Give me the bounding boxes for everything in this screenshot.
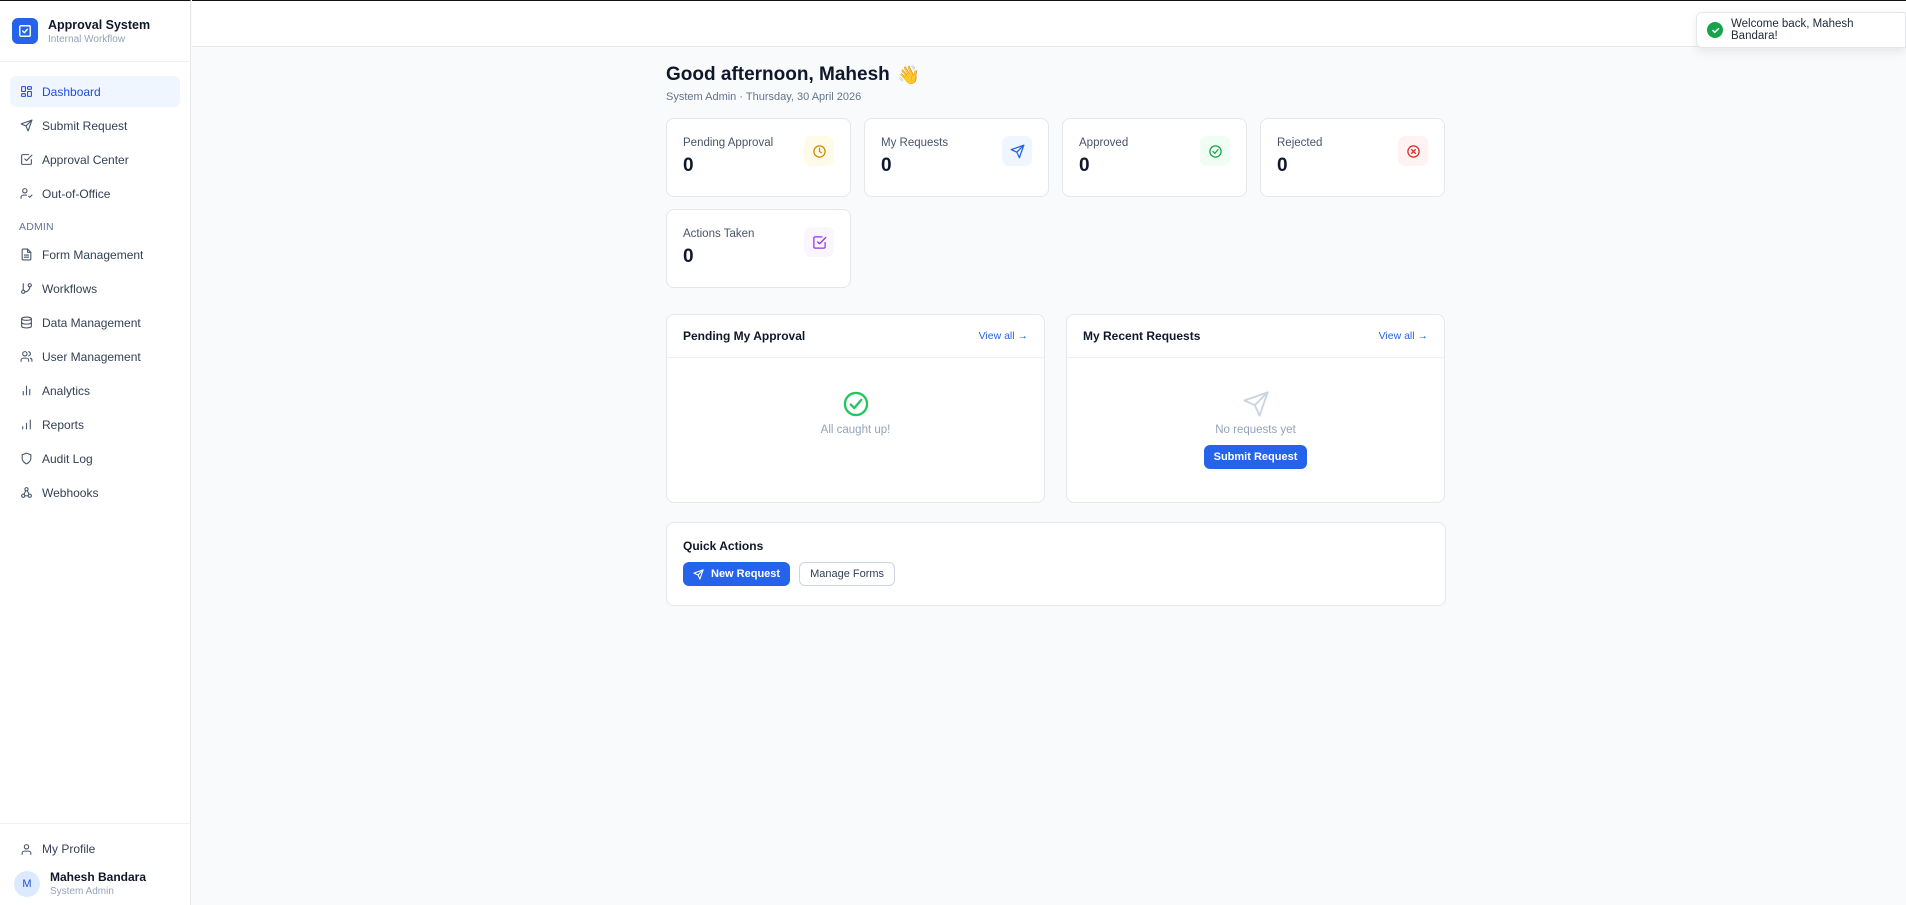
stat-card-pending-approval[interactable]: Pending Approval 0 — [666, 118, 851, 197]
stat-card-actions-taken[interactable]: Actions Taken 0 — [666, 209, 851, 288]
bar-chart-icon — [22, 385, 31, 396]
sidebar-footer: My Profile M Mahesh Bandara System Admin — [0, 823, 190, 905]
welcome-toast: Welcome back, Mahesh Bandara! — [1696, 12, 1906, 48]
sidebar-item-label: Dashboard — [42, 84, 101, 99]
submit-request-button[interactable]: Submit Request — [1203, 445, 1308, 469]
file-text-icon — [21, 248, 32, 261]
sidebar-item-label: Analytics — [42, 383, 91, 398]
sidebar-item-label: Workflows — [42, 281, 98, 296]
send-icon — [20, 119, 33, 132]
manage-forms-button[interactable]: Manage Forms — [799, 562, 896, 586]
sidebar-item-audit-log[interactable]: Audit Log — [10, 443, 180, 474]
panel-body: No requests yet Submit Request — [1067, 358, 1444, 469]
check-circle-icon — [843, 391, 868, 417]
stat-card-my-requests[interactable]: My Requests 0 — [864, 118, 1049, 197]
page-title: Good afternoon, Mahesh 👋 — [666, 64, 1446, 86]
empty-state-text: No requests yet — [1215, 424, 1296, 436]
sidebar-item-label: My Profile — [42, 842, 96, 856]
database-icon — [21, 316, 32, 329]
new-request-button[interactable]: New Request — [683, 562, 791, 586]
send-icon — [693, 568, 704, 580]
panels-row: Pending My Approval View all → All caugh… — [666, 314, 1446, 503]
panel-body: All caught up! — [667, 358, 1044, 436]
send-icon — [1002, 136, 1032, 166]
clock-icon — [804, 136, 834, 166]
brand-subtitle: Internal Workflow — [48, 33, 126, 45]
sidebar-item-form-management[interactable]: Form Management — [10, 239, 180, 270]
empty-state-text: All caught up! — [820, 424, 891, 436]
sidebar-item-submit-request[interactable]: Submit Request — [10, 110, 180, 141]
page-subtitle: System Admin · Thursday, 30 April 2026 — [666, 91, 862, 103]
user-icon — [21, 843, 32, 855]
toast-message: Welcome back, Mahesh Bandara! — [1731, 18, 1854, 42]
panel-header: Pending My Approval View all → — [667, 315, 1044, 358]
panel-title: My Recent Requests — [1083, 329, 1201, 343]
sidebar-item-analytics[interactable]: Analytics — [10, 375, 180, 406]
shield-icon — [21, 452, 32, 465]
sidebar-item-out-of-office[interactable]: Out-of-Office — [10, 178, 180, 209]
view-all-link[interactable]: View all → — [979, 330, 1028, 342]
user-check-icon — [20, 188, 33, 199]
view-all-link[interactable]: View all → — [1379, 330, 1428, 342]
greeting-text: Good afternoon, Mahesh — [666, 64, 890, 85]
panel-title: Pending My Approval — [683, 329, 806, 343]
admin-section-label: ADMIN — [19, 221, 54, 233]
panel-header: My Recent Requests View all → — [1067, 315, 1444, 358]
main-content: Good afternoon, Mahesh 👋 System Admin · … — [666, 64, 1446, 606]
check-square-icon — [21, 154, 33, 165]
users-icon — [20, 351, 33, 362]
sidebar-item-label: Approval Center — [42, 152, 129, 167]
brand: Approval System Internal Workflow — [0, 1, 190, 62]
sidebar-item-approval-center[interactable]: Approval Center — [10, 144, 180, 175]
sidebar: Approval System Internal Workflow Dashbo… — [0, 0, 191, 905]
recent-requests-panel: My Recent Requests View all → No request… — [1066, 314, 1445, 503]
check-circle-icon — [1707, 22, 1723, 38]
current-user[interactable]: M Mahesh Bandara System Admin — [10, 864, 180, 897]
user-role: System Admin — [50, 886, 114, 897]
check-circle-icon — [1200, 136, 1230, 166]
quick-actions-row: New Request Manage Forms — [683, 562, 1429, 586]
stat-card-rejected[interactable]: Rejected 0 — [1260, 118, 1445, 197]
stat-card-approved[interactable]: Approved 0 — [1062, 118, 1247, 197]
sidebar-item-label: Reports — [42, 417, 85, 432]
sidebar-item-reports[interactable]: Reports — [10, 409, 180, 440]
check-square-icon — [804, 227, 834, 257]
button-label: New Request — [711, 568, 781, 580]
panel-title: Quick Actions — [683, 539, 764, 553]
reports-chart-icon — [22, 419, 31, 430]
quick-actions-panel: Quick Actions New Request Manage Forms — [666, 522, 1446, 606]
sidebar-item-label: Webhooks — [42, 485, 99, 500]
sidebar-item-label: User Management — [42, 349, 141, 364]
sidebar-item-data-management[interactable]: Data Management — [10, 307, 180, 338]
send-icon — [1242, 391, 1269, 417]
sidebar-item-my-profile[interactable]: My Profile — [10, 834, 180, 864]
sidebar-nav: Dashboard Submit Request Approval Center… — [0, 62, 190, 508]
user-name: Mahesh Bandara — [50, 870, 147, 884]
sidebar-item-dashboard[interactable]: Dashboard — [10, 76, 180, 107]
git-branch-icon — [21, 283, 32, 294]
top-bar — [192, 0, 1906, 47]
sidebar-item-label: Audit Log — [42, 451, 93, 466]
sidebar-item-label: Form Management — [42, 247, 144, 262]
webhook-icon — [21, 487, 32, 498]
avatar: M — [14, 870, 40, 897]
x-circle-icon — [1398, 136, 1428, 166]
sidebar-item-user-management[interactable]: User Management — [10, 341, 180, 372]
sidebar-item-label: Submit Request — [42, 118, 128, 133]
stats-grid: Pending Approval 0 My Requests 0 Approve… — [666, 118, 1446, 288]
pending-approval-panel: Pending My Approval View all → All caugh… — [666, 314, 1045, 503]
check-square-icon — [12, 18, 38, 44]
sidebar-item-webhooks[interactable]: Webhooks — [10, 477, 180, 508]
sidebar-item-workflows[interactable]: Workflows — [10, 273, 180, 304]
sidebar-item-label: Out-of-Office — [42, 186, 111, 201]
sidebar-item-label: Data Management — [42, 315, 141, 330]
wave-emoji: 👋 — [897, 64, 921, 85]
dashboard-icon — [21, 86, 32, 97]
brand-title: Approval System — [48, 17, 151, 32]
